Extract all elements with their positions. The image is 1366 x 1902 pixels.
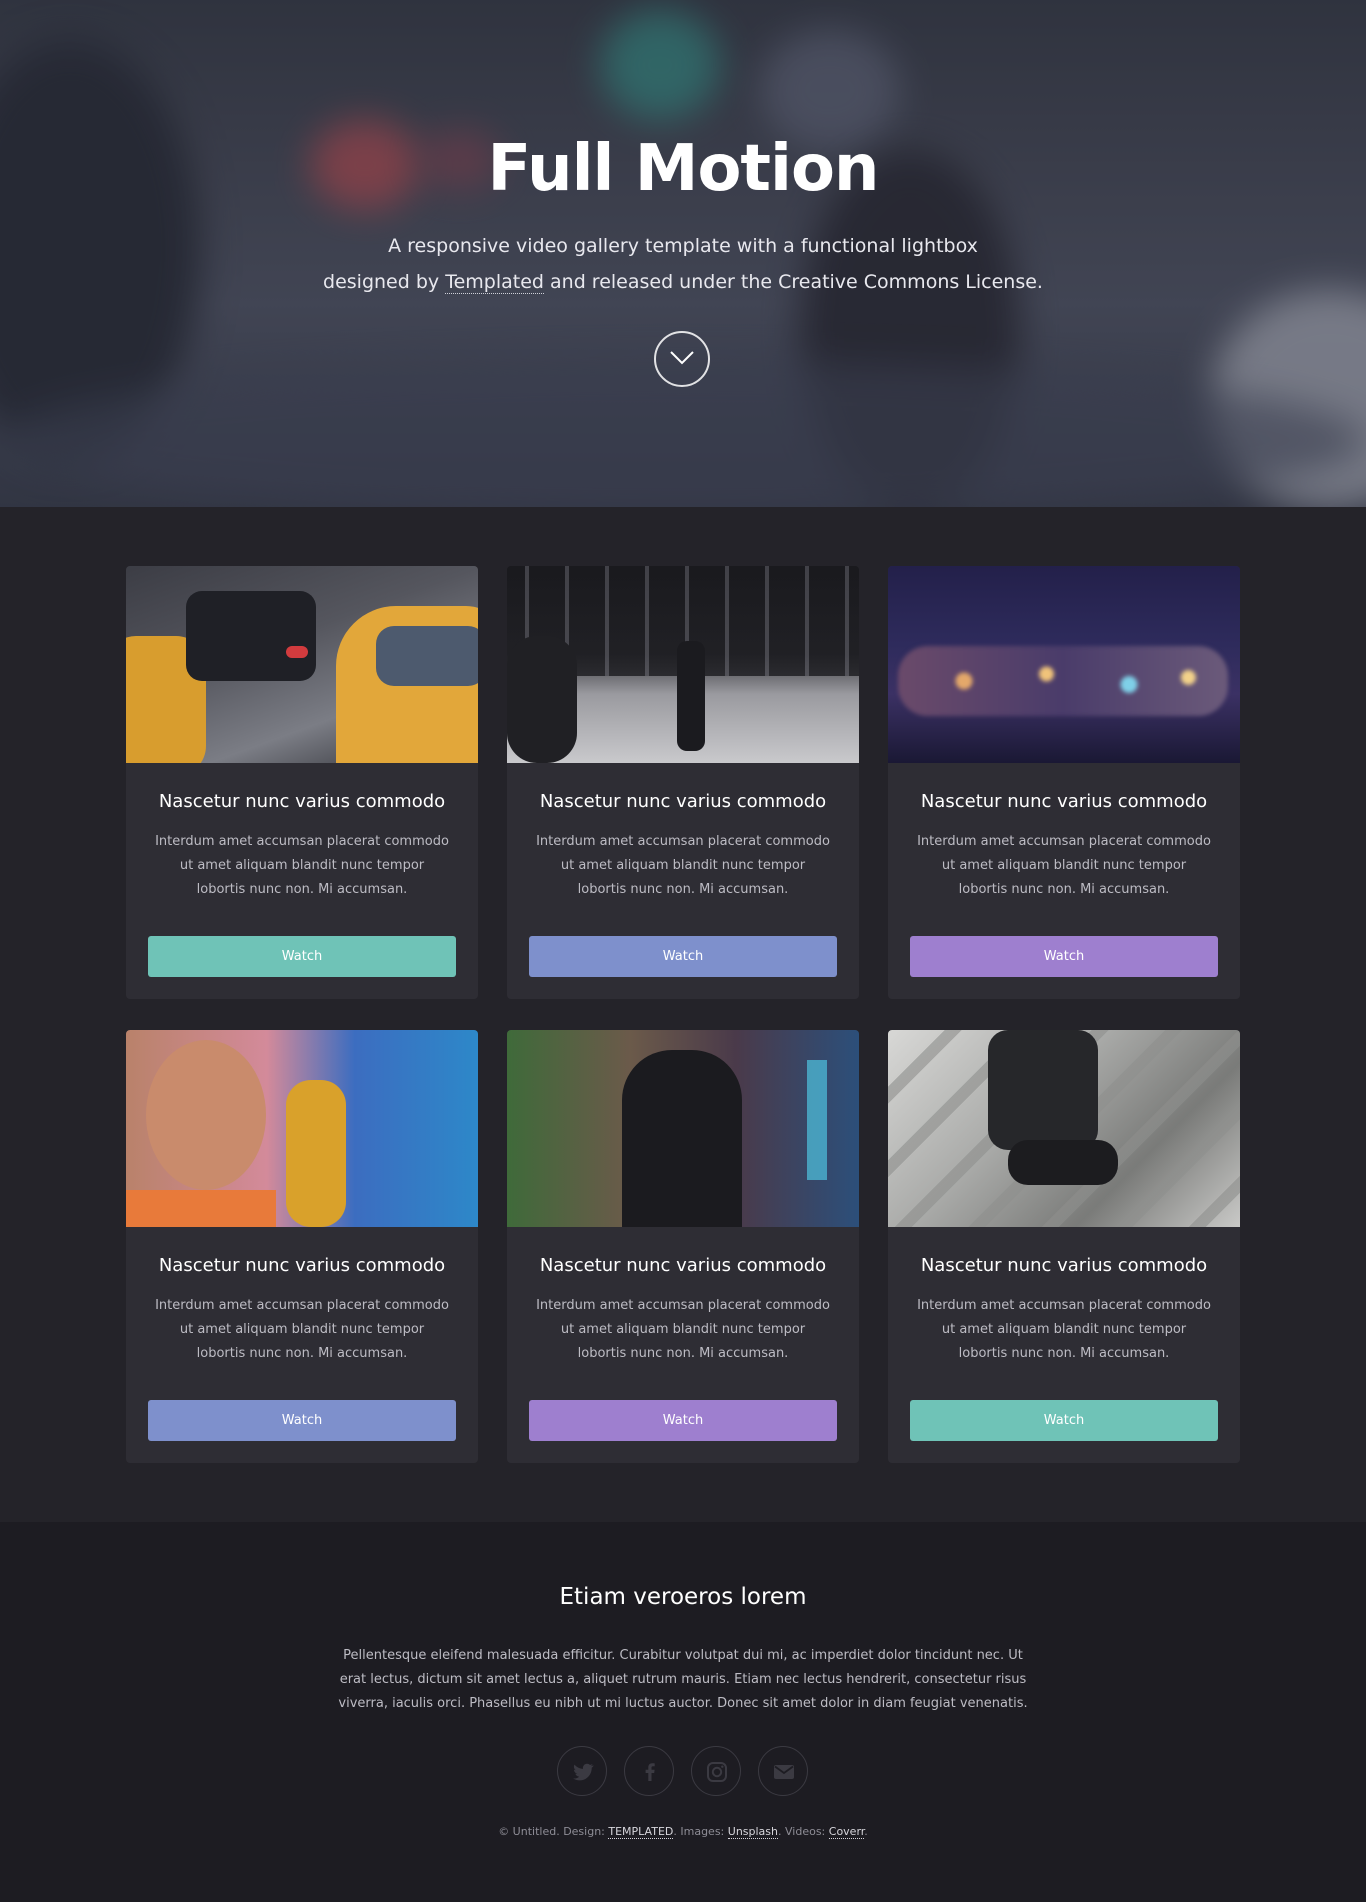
person-silhouette xyxy=(622,1050,742,1227)
footer-text: Pellentesque eleifend malesuada efficitu… xyxy=(338,1648,1028,1711)
card-description: Interdum amet accumsan placerat commodo … xyxy=(917,1298,1211,1361)
sneaker-shape xyxy=(1008,1140,1118,1185)
card-description: Interdum amet accumsan placerat commodo … xyxy=(536,1298,830,1361)
hero-line-2-after: and released under the Creative Commons … xyxy=(550,271,1043,293)
video-thumbnail[interactable] xyxy=(888,1030,1240,1227)
templated-link[interactable]: Templated xyxy=(445,271,544,294)
watch-button[interactable]: Watch xyxy=(910,1400,1218,1441)
instagram-link[interactable] xyxy=(691,1746,741,1796)
video-card: Nascetur nunc varius commodo Interdum am… xyxy=(888,566,1240,999)
coverr-link[interactable]: Coverr xyxy=(828,1825,865,1839)
video-card: Nascetur nunc varius commodo Interdum am… xyxy=(507,1030,859,1463)
images-label: . Images: xyxy=(673,1825,725,1838)
card-title: Nascetur nunc varius commodo xyxy=(920,791,1208,812)
copyright-end: . xyxy=(864,1825,868,1838)
templated-credit-link[interactable]: TEMPLATED xyxy=(608,1825,674,1839)
video-card: Nascetur nunc varius commodo Interdum am… xyxy=(888,1030,1240,1463)
card-description: Interdum amet accumsan placerat commodo … xyxy=(155,834,449,897)
neon-sign xyxy=(807,1060,827,1180)
watch-button[interactable]: Watch xyxy=(148,1400,456,1441)
watch-button[interactable]: Watch xyxy=(529,1400,837,1441)
card-title: Nascetur nunc varius commodo xyxy=(539,1255,827,1276)
unsplash-link[interactable]: Unsplash xyxy=(727,1825,779,1839)
card-description: Interdum amet accumsan placerat commodo … xyxy=(536,834,830,897)
bokeh-lights xyxy=(898,646,1228,716)
watch-button[interactable]: Watch xyxy=(910,936,1218,977)
instagram-icon xyxy=(707,1762,727,1782)
chevron-down-icon xyxy=(670,351,694,365)
video-thumbnail[interactable] xyxy=(888,566,1240,763)
person-figure xyxy=(507,636,577,763)
card-title: Nascetur nunc varius commodo xyxy=(539,791,827,812)
card-description: Interdum amet accumsan placerat commodo … xyxy=(155,1298,449,1361)
video-thumbnail[interactable] xyxy=(507,1030,859,1227)
watch-button[interactable]: Watch xyxy=(148,936,456,977)
leg-shape xyxy=(988,1030,1098,1150)
hero-banner: Full Motion A responsive video gallery t… xyxy=(0,0,1366,507)
hero-line-1: A responsive video gallery template with… xyxy=(388,235,978,257)
mural-face xyxy=(146,1040,266,1190)
hero-description: A responsive video gallery template with… xyxy=(283,228,1083,300)
tail-light xyxy=(286,646,308,658)
video-card: Nascetur nunc varius commodo Interdum am… xyxy=(126,1030,478,1463)
videos-label: . Videos: xyxy=(778,1825,826,1838)
scroll-down-button[interactable] xyxy=(654,331,710,387)
facebook-icon xyxy=(645,1763,655,1781)
twitter-link[interactable] xyxy=(557,1746,607,1796)
video-thumbnail[interactable] xyxy=(126,1030,478,1227)
video-gallery: Nascetur nunc varius commodo Interdum am… xyxy=(0,507,1366,1522)
video-card: Nascetur nunc varius commodo Interdum am… xyxy=(126,566,478,999)
card-title: Nascetur nunc varius commodo xyxy=(158,791,446,812)
copyright-prefix: © Untitled. Design: xyxy=(498,1825,605,1838)
video-thumbnail[interactable] xyxy=(126,566,478,763)
card-title: Nascetur nunc varius commodo xyxy=(920,1255,1208,1276)
car-shape xyxy=(186,591,316,681)
car-window xyxy=(376,626,478,686)
card-description: Interdum amet accumsan placerat commodo … xyxy=(917,834,1211,897)
email-link[interactable] xyxy=(758,1746,808,1796)
twitter-icon xyxy=(573,1763,594,1781)
video-thumbnail[interactable] xyxy=(507,566,859,763)
copyright: © Untitled. Design: TEMPLATED. Images: U… xyxy=(0,1825,1366,1839)
card-title: Nascetur nunc varius commodo xyxy=(158,1255,446,1276)
skater-figure xyxy=(677,641,705,751)
footer-heading: Etiam veroeros lorem xyxy=(559,1584,807,1610)
facebook-link[interactable] xyxy=(624,1746,674,1796)
email-icon xyxy=(774,1765,794,1779)
footer: Etiam veroeros lorem Pellentesque eleife… xyxy=(0,1522,1366,1902)
mural-shirt xyxy=(126,1190,276,1227)
hero-title: Full Motion xyxy=(487,132,880,206)
hero-line-2-before: designed by xyxy=(323,271,440,293)
watch-button[interactable]: Watch xyxy=(529,936,837,977)
woman-figure xyxy=(286,1080,346,1227)
video-card: Nascetur nunc varius commodo Interdum am… xyxy=(507,566,859,999)
